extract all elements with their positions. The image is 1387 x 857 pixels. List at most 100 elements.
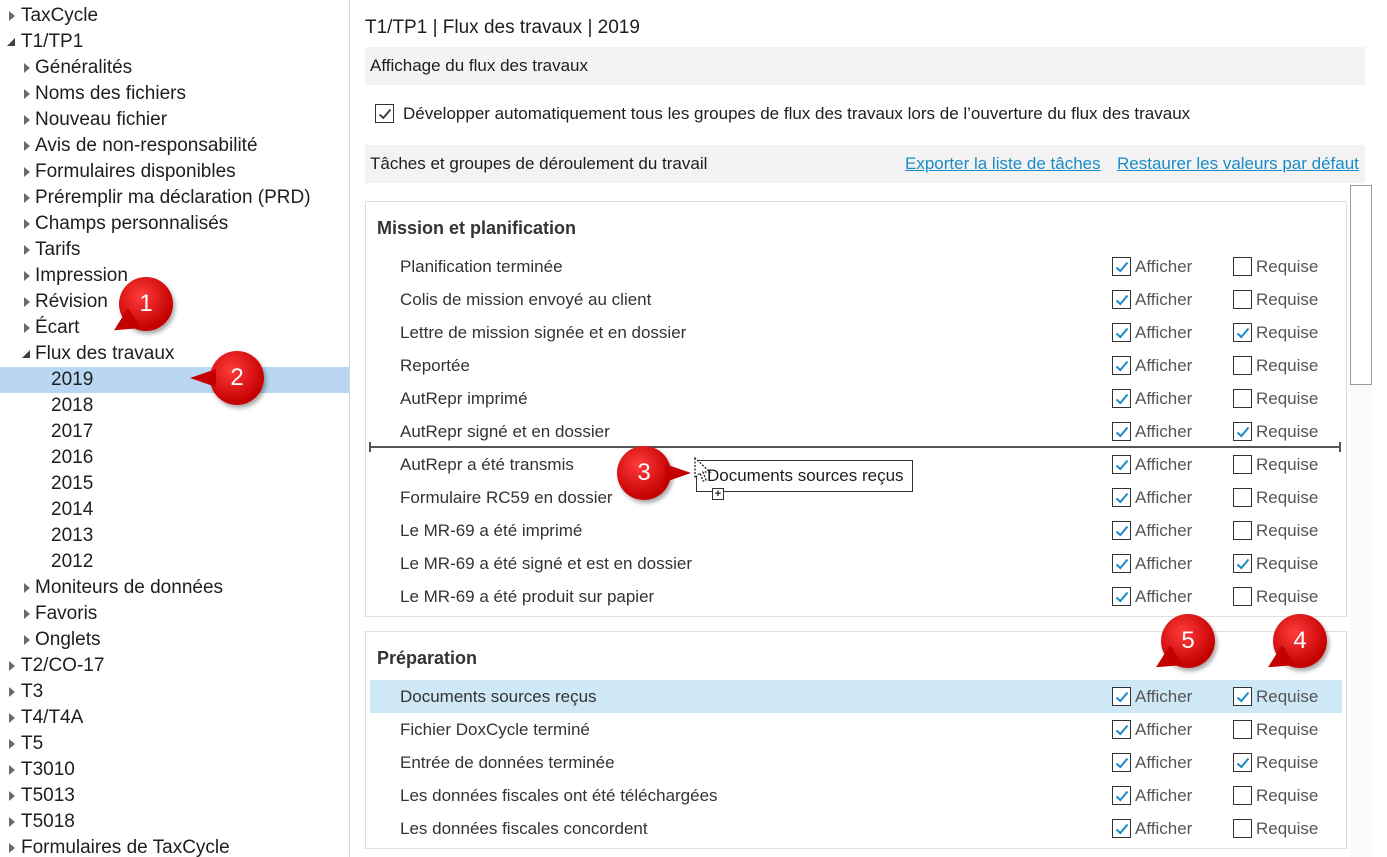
collapsed-arrow-icon[interactable] <box>6 653 18 679</box>
required-checkbox[interactable] <box>1233 687 1252 706</box>
tree-item[interactable]: Favoris <box>0 601 349 627</box>
show-checkbox[interactable] <box>1112 290 1131 309</box>
collapsed-arrow-icon[interactable] <box>21 575 33 601</box>
tree-item[interactable]: Noms des fichiers <box>0 81 349 107</box>
task-row[interactable]: Colis de mission envoyé au client Affiche… <box>370 283 1342 316</box>
tree-item[interactable]: Impression <box>0 263 349 289</box>
show-checkbox[interactable] <box>1112 257 1131 276</box>
tree-item[interactable]: 2016 <box>0 445 349 471</box>
required-checkbox[interactable] <box>1233 356 1252 375</box>
tree-item[interactable]: T1/TP1 <box>0 29 349 55</box>
show-checkbox[interactable] <box>1112 488 1131 507</box>
collapsed-arrow-icon[interactable] <box>6 731 18 757</box>
task-row[interactable]: Reportée Afficher Requise <box>370 349 1342 382</box>
task-row[interactable]: Lettre de mission signée et en dossier Af… <box>370 316 1342 349</box>
task-row[interactable]: AutRepr signé et en dossier Afficher Requi… <box>370 415 1342 448</box>
required-checkbox[interactable] <box>1233 587 1252 606</box>
collapsed-arrow-icon[interactable] <box>21 601 33 627</box>
show-checkbox[interactable] <box>1112 720 1131 739</box>
collapsed-arrow-icon[interactable] <box>21 133 33 159</box>
show-checkbox[interactable] <box>1112 819 1131 838</box>
show-checkbox[interactable] <box>1112 389 1131 408</box>
show-checkbox[interactable] <box>1112 422 1131 441</box>
tree-item[interactable]: T2/CO-17 <box>0 653 349 679</box>
collapsed-arrow-icon[interactable] <box>21 159 33 185</box>
vertical-scrollbar[interactable] <box>1350 185 1372 857</box>
auto-expand-checkbox[interactable] <box>375 104 394 123</box>
tree-item[interactable]: Écart <box>0 315 349 341</box>
required-checkbox[interactable] <box>1233 521 1252 540</box>
task-row[interactable]: Le MR-69 a été imprimé Afficher Requise <box>370 514 1342 547</box>
tree-item[interactable]: Champs personnalisés <box>0 211 349 237</box>
collapsed-arrow-icon[interactable] <box>21 263 33 289</box>
required-checkbox[interactable] <box>1233 455 1252 474</box>
tree-item[interactable]: Moniteurs de données <box>0 575 349 601</box>
collapsed-arrow-icon[interactable] <box>21 315 33 341</box>
tree-item[interactable]: Formulaires de TaxCycle <box>0 835 349 857</box>
show-checkbox[interactable] <box>1112 587 1131 606</box>
tree-item[interactable]: Avis de non-responsabilité <box>0 133 349 159</box>
tree-item[interactable]: Généralités <box>0 55 349 81</box>
show-checkbox[interactable] <box>1112 521 1131 540</box>
required-checkbox[interactable] <box>1233 422 1252 441</box>
show-checkbox[interactable] <box>1112 786 1131 805</box>
show-checkbox[interactable] <box>1112 554 1131 573</box>
tree-item[interactable]: 2012 <box>0 549 349 575</box>
restore-defaults-link[interactable]: Restaurer les valeurs par défaut <box>1117 145 1359 183</box>
tree-item[interactable]: TaxCycle <box>0 3 349 29</box>
show-checkbox[interactable] <box>1112 455 1131 474</box>
task-row[interactable]: Documents sources reçus Afficher Requise <box>370 680 1342 713</box>
required-checkbox[interactable] <box>1233 488 1252 507</box>
collapsed-arrow-icon[interactable] <box>21 237 33 263</box>
collapsed-arrow-icon[interactable] <box>6 705 18 731</box>
tree-item[interactable]: T4/T4A <box>0 705 349 731</box>
required-checkbox[interactable] <box>1233 257 1252 276</box>
tree-item[interactable]: 2018 <box>0 393 349 419</box>
show-checkbox[interactable] <box>1112 356 1131 375</box>
task-row[interactable]: AutRepr imprimé Afficher Requise <box>370 382 1342 415</box>
collapsed-arrow-icon[interactable] <box>21 211 33 237</box>
expanded-arrow-icon[interactable] <box>6 29 18 55</box>
required-checkbox[interactable] <box>1233 323 1252 342</box>
collapsed-arrow-icon[interactable] <box>6 3 18 29</box>
collapsed-arrow-icon[interactable] <box>21 185 33 211</box>
task-row[interactable]: Planification terminée Afficher Requise <box>370 250 1342 283</box>
tree-item[interactable]: Formulaires disponibles <box>0 159 349 185</box>
tree-item[interactable]: Nouveau fichier <box>0 107 349 133</box>
collapsed-arrow-icon[interactable] <box>6 757 18 783</box>
required-checkbox[interactable] <box>1233 786 1252 805</box>
tree-item[interactable]: 2019 <box>0 367 349 393</box>
show-checkbox[interactable] <box>1112 323 1131 342</box>
scrollbar-thumb[interactable] <box>1350 185 1372 385</box>
show-checkbox[interactable] <box>1112 687 1131 706</box>
required-checkbox[interactable] <box>1233 554 1252 573</box>
collapsed-arrow-icon[interactable] <box>21 289 33 315</box>
collapsed-arrow-icon[interactable] <box>6 679 18 705</box>
collapsed-arrow-icon[interactable] <box>21 627 33 653</box>
task-row[interactable]: Le MR-69 a été produit sur papier Affiche… <box>370 580 1342 613</box>
tree-item[interactable]: T5018 <box>0 809 349 835</box>
tree-item[interactable]: 2017 <box>0 419 349 445</box>
required-checkbox[interactable] <box>1233 389 1252 408</box>
tree-item[interactable]: 2014 <box>0 497 349 523</box>
tree-item[interactable]: Flux des travaux <box>0 341 349 367</box>
collapsed-arrow-icon[interactable] <box>6 783 18 809</box>
required-checkbox[interactable] <box>1233 720 1252 739</box>
collapsed-arrow-icon[interactable] <box>6 809 18 835</box>
tree-item[interactable]: Onglets <box>0 627 349 653</box>
task-row[interactable]: Fichier DoxCycle terminé Afficher Requise <box>370 713 1342 746</box>
show-checkbox[interactable] <box>1112 753 1131 772</box>
required-checkbox[interactable] <box>1233 753 1252 772</box>
export-task-list-link[interactable]: Exporter la liste de tâches <box>905 145 1101 183</box>
tree-item[interactable]: 2013 <box>0 523 349 549</box>
tree-item[interactable]: T5013 <box>0 783 349 809</box>
task-row[interactable]: Entrée de données terminée Afficher Requis… <box>370 746 1342 779</box>
tree-item[interactable]: T3 <box>0 679 349 705</box>
tree-item[interactable]: 2015 <box>0 471 349 497</box>
collapsed-arrow-icon[interactable] <box>21 107 33 133</box>
collapsed-arrow-icon[interactable] <box>21 55 33 81</box>
tree-item[interactable]: Tarifs <box>0 237 349 263</box>
tree-item[interactable]: Préremplir ma déclaration (PRD) <box>0 185 349 211</box>
task-row[interactable]: Le MR-69 a été signé et est en dossier Af… <box>370 547 1342 580</box>
tree-item[interactable]: T3010 <box>0 757 349 783</box>
